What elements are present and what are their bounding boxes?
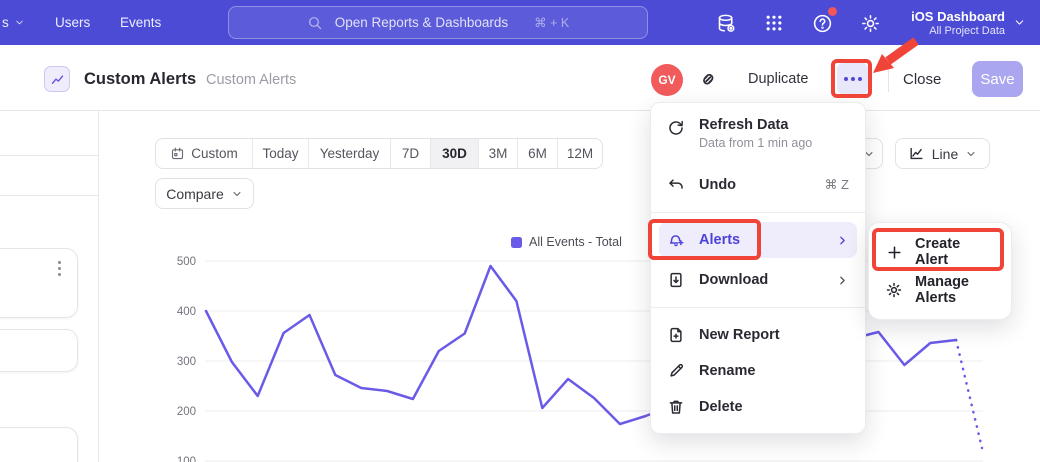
menu-item-new-report[interactable]: New Report bbox=[651, 317, 865, 353]
chart-legend[interactable]: All Events - Total bbox=[511, 235, 622, 249]
breadcrumb: Custom Alerts bbox=[206, 72, 296, 88]
new-report-icon bbox=[667, 326, 685, 344]
search-shortcut: ⌘ + K bbox=[534, 15, 569, 30]
menu-divider bbox=[651, 212, 865, 213]
nav-item-truncated[interactable]: s bbox=[2, 0, 25, 45]
range-7d[interactable]: 7D bbox=[391, 139, 431, 168]
svg-text:200: 200 bbox=[177, 406, 196, 418]
page-title: Custom Alerts bbox=[84, 70, 196, 89]
menu-item-delete[interactable]: Delete bbox=[651, 389, 865, 425]
chart-type-button[interactable]: Line bbox=[895, 138, 990, 169]
plus-icon bbox=[885, 243, 903, 261]
data-management-icon[interactable] bbox=[713, 10, 739, 36]
chevron-down-icon bbox=[1013, 16, 1026, 29]
project-name: iOS Dashboard bbox=[911, 9, 1005, 24]
submenu-chevron-icon bbox=[836, 234, 849, 247]
alerts-submenu: Create Alert Manage Alerts bbox=[868, 222, 1012, 320]
line-chart-icon bbox=[908, 145, 925, 162]
refresh-icon bbox=[667, 119, 685, 137]
menu-divider bbox=[651, 307, 865, 308]
nav-item-users[interactable]: Users bbox=[55, 0, 90, 45]
pencil-icon bbox=[667, 362, 685, 380]
sidebar-row-divider bbox=[0, 195, 98, 196]
nav-item-events[interactable]: Events bbox=[120, 0, 161, 45]
nav-truncated-label: s bbox=[2, 15, 9, 30]
menu-item-rename[interactable]: Rename bbox=[651, 353, 865, 389]
range-today[interactable]: Today bbox=[253, 139, 309, 168]
undo-icon bbox=[667, 176, 685, 194]
notification-badge bbox=[828, 7, 837, 16]
svg-text:300: 300 bbox=[177, 356, 196, 368]
avatar[interactable]: GV bbox=[651, 64, 683, 96]
svg-text:400: 400 bbox=[177, 306, 196, 318]
alert-bell-icon bbox=[667, 231, 685, 249]
chevron-down-icon bbox=[231, 188, 243, 200]
range-12m[interactable]: 12M bbox=[558, 139, 602, 168]
more-options-button[interactable] bbox=[837, 63, 868, 94]
svg-text:100: 100 bbox=[177, 456, 196, 462]
compare-button[interactable]: Compare bbox=[155, 178, 254, 209]
menu-item-undo[interactable]: Undo ⌘ Z bbox=[651, 167, 865, 203]
sidebar-row-divider bbox=[0, 155, 98, 156]
close-button[interactable]: Close bbox=[903, 71, 941, 88]
top-navigation: s Users Events Open Reports & Dashboards… bbox=[0, 0, 1040, 45]
save-button[interactable]: Save bbox=[972, 61, 1023, 97]
date-range-selector: Custom Today Yesterday 7D 30D 3M 6M 12M bbox=[155, 138, 603, 169]
sidebar-card[interactable] bbox=[0, 427, 78, 462]
report-type-icon bbox=[44, 66, 70, 92]
submenu-item-create-alert[interactable]: Create Alert bbox=[869, 233, 1011, 271]
menu-item-alerts[interactable]: Alerts bbox=[659, 222, 857, 258]
search-placeholder: Open Reports & Dashboards bbox=[335, 15, 508, 30]
menu-item-refresh-data[interactable]: Refresh Data Data from 1 min ago bbox=[651, 113, 865, 159]
app-window: 500 400 300 200 100 s Users Events Open Repo… bbox=[0, 0, 1040, 462]
range-30d-selected[interactable]: 30D bbox=[431, 139, 479, 168]
global-search[interactable]: Open Reports & Dashboards ⌘ + K bbox=[228, 6, 648, 39]
legend-label: All Events - Total bbox=[529, 235, 622, 249]
range-custom[interactable]: Custom bbox=[156, 139, 253, 168]
submenu-chevron-icon bbox=[836, 274, 849, 287]
copy-link-icon[interactable] bbox=[697, 68, 721, 92]
sidebar-card[interactable] bbox=[0, 248, 78, 318]
legend-swatch bbox=[511, 237, 522, 248]
chevron-down-icon bbox=[965, 148, 977, 160]
chevron-down-icon bbox=[14, 17, 25, 28]
refresh-subtitle: Data from 1 min ago bbox=[699, 136, 812, 150]
apps-grid-icon[interactable] bbox=[761, 10, 787, 36]
more-options-menu: Refresh Data Data from 1 min ago Undo ⌘ … bbox=[650, 102, 866, 434]
project-scope: All Project Data bbox=[911, 25, 1005, 37]
menu-item-download[interactable]: Download bbox=[651, 262, 865, 298]
range-3m[interactable]: 3M bbox=[479, 139, 518, 168]
gear-icon bbox=[885, 281, 903, 299]
report-header: Custom Alerts Custom Alerts GV Duplicate… bbox=[0, 45, 1040, 111]
header-divider bbox=[888, 66, 889, 92]
sidebar-divider bbox=[98, 111, 99, 462]
download-icon bbox=[667, 271, 685, 289]
help-icon[interactable] bbox=[809, 10, 835, 36]
calendar-icon bbox=[170, 146, 185, 161]
svg-text:500: 500 bbox=[177, 256, 196, 268]
search-icon bbox=[307, 15, 323, 31]
settings-gear-icon[interactable] bbox=[857, 10, 883, 36]
trash-icon bbox=[667, 398, 685, 416]
sidebar-card[interactable] bbox=[0, 329, 78, 372]
project-switcher[interactable]: iOS Dashboard All Project Data bbox=[911, 0, 1026, 45]
kebab-menu-icon[interactable] bbox=[58, 258, 61, 279]
submenu-item-manage-alerts[interactable]: Manage Alerts bbox=[869, 271, 1011, 309]
range-yesterday[interactable]: Yesterday bbox=[309, 139, 391, 168]
undo-shortcut: ⌘ Z bbox=[824, 177, 849, 193]
duplicate-button[interactable]: Duplicate bbox=[748, 71, 808, 87]
range-6m[interactable]: 6M bbox=[518, 139, 558, 168]
